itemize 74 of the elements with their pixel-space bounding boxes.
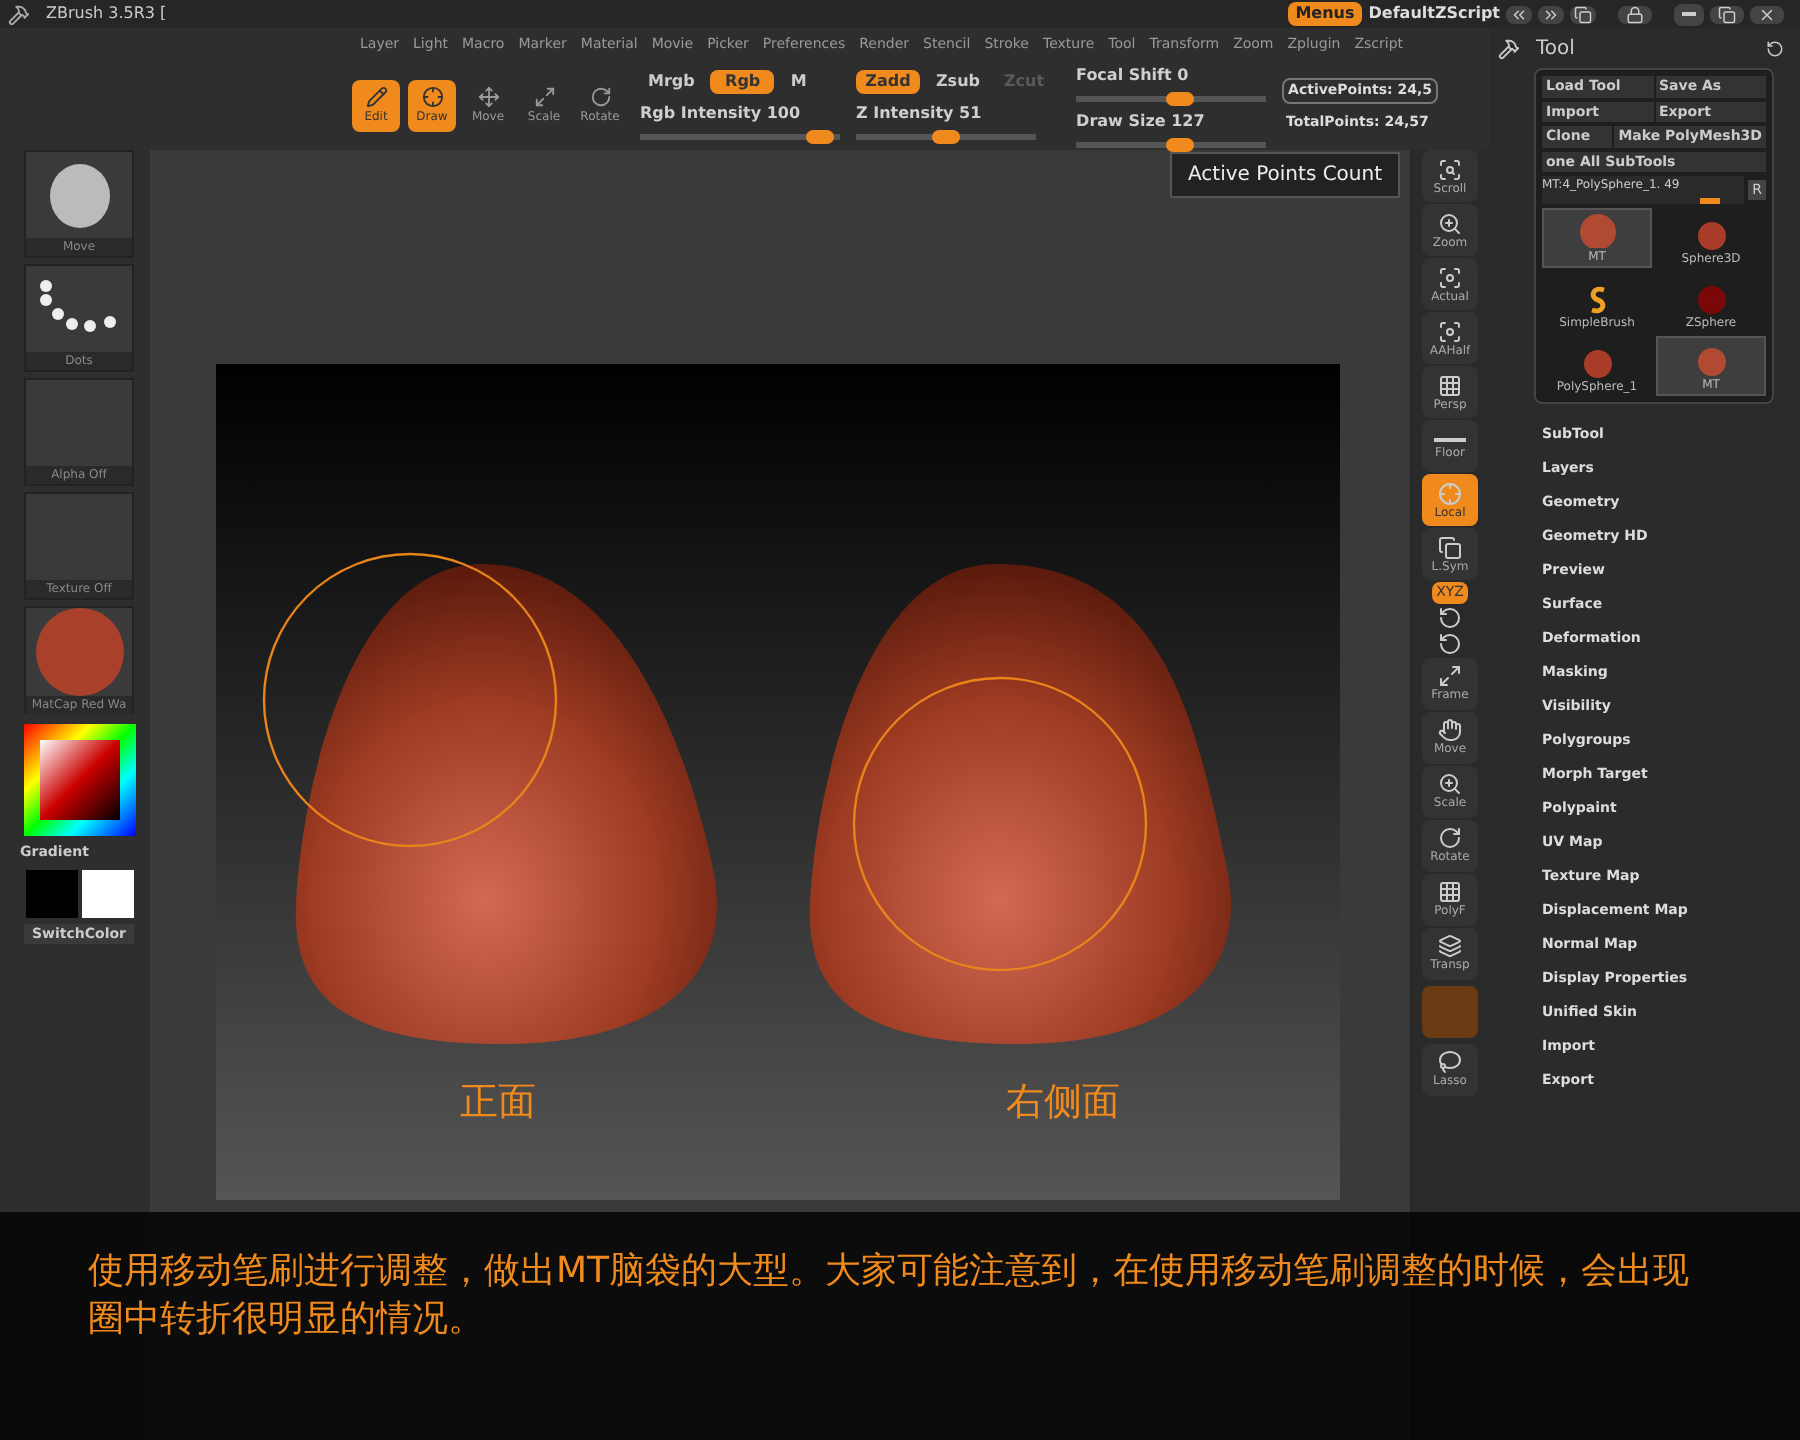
grid-icon [1438,880,1462,904]
restore-icon [1718,5,1736,23]
head-icon [1579,210,1615,248]
depth-mode-button[interactable]: Zadd [856,70,920,94]
chevrons-right-icon [1542,5,1560,23]
secondary-color-swatch[interactable] [81,869,133,917]
grid-icon [1438,373,1462,397]
slider-label: Focal Shift 0 [1076,63,1191,87]
sphere-icon [1697,222,1725,250]
rotate-icon [1438,605,1462,629]
minimize-button[interactable] [1674,3,1704,25]
focus-icon [1438,265,1462,289]
layers-icon [1438,934,1462,958]
slider-label: Rgb Intensity 100 [640,102,803,126]
lasso-icon [1438,1050,1462,1074]
depth-mode-button[interactable]: Zsub [928,70,988,94]
color-mode-button[interactable]: Rgb [710,70,775,94]
close-button[interactable] [1750,5,1784,23]
slider-thumb[interactable] [1699,198,1720,204]
head-icon [1697,348,1725,376]
color-picker[interactable] [23,724,135,836]
slider-label: Draw Size 127 [1076,109,1207,133]
color-mode-button[interactable]: Mrgb [640,70,703,94]
slider-track[interactable] [856,134,1036,140]
hand-icon [1438,718,1462,742]
main-color-swatch[interactable] [25,869,77,917]
rotate-icon [1438,631,1462,655]
lock-button[interactable] [1618,5,1652,23]
scroll-left-button[interactable] [1506,5,1532,23]
frame-icon [1438,664,1462,688]
pencil-icon [365,85,387,107]
view-label: 正面 [460,1078,536,1128]
sphere-icon [1697,286,1725,314]
scale-arrows-icon [533,85,555,107]
tooltip: Active Points Count [1170,152,1401,198]
minimize-icon [1682,12,1696,16]
restore-button[interactable] [1710,5,1744,23]
slider-thumb[interactable] [1166,137,1195,151]
magnifier-icon [1438,157,1462,181]
move-arrows-icon [477,85,499,107]
view-label: 右侧面 [1006,1078,1120,1128]
caption-text: 使用移动笔刷进行调整，做出MT脑袋的大型。大家可能注意到，在使用移动笔刷调整的时候，会出现圈中转折很明显的情况。 [88,1248,1692,1344]
sphere-icon [35,608,123,696]
squiggle-icon [1587,286,1607,314]
scroll-right-button[interactable] [1538,5,1564,23]
chevrons-left-icon [1510,5,1528,23]
copy-icon [1438,535,1462,559]
rotate-icon [589,85,611,107]
copy-icon [1574,5,1592,23]
zoom-icon [1438,772,1462,796]
close-icon [1758,5,1776,23]
slider-track[interactable] [1076,95,1267,101]
menus-button[interactable]: Menus [1287,2,1363,26]
panel-title: Tool [1536,35,1575,63]
focus-icon [1438,319,1462,343]
app-logo-icon [8,3,30,25]
slider-label: Z Intensity 51 [856,102,984,126]
crosshair-icon [1438,481,1462,505]
sphere-icon [1583,350,1611,378]
rotate-icon [1438,826,1462,850]
slider-track[interactable] [640,134,840,140]
slider-thumb[interactable] [1166,91,1195,105]
reset-icon[interactable] [1766,39,1784,57]
slider-thumb[interactable] [806,130,834,144]
zoom-icon [1438,211,1462,235]
copy-button[interactable] [1570,5,1596,23]
window-title: ZBrush 3.5R3 [ [46,2,167,26]
hammer-icon [1498,37,1520,59]
brush-preview-icon [49,163,109,227]
lock-icon [1626,5,1644,23]
color-mode-button[interactable]: M [782,70,815,94]
slider-thumb[interactable] [932,130,960,144]
crosshair-icon [421,85,443,107]
script-name: DefaultZScript [1368,2,1500,26]
